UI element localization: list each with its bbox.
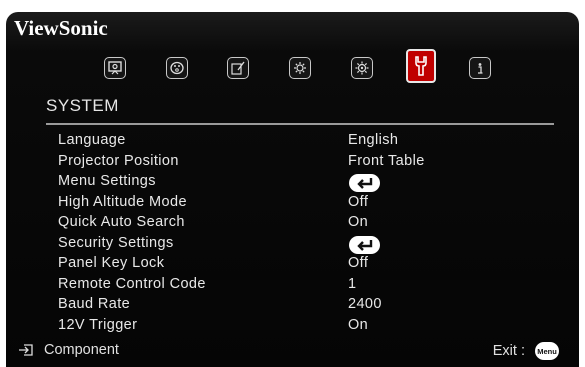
menu-item-label: Security Settings bbox=[58, 234, 174, 251]
display-icon bbox=[108, 61, 122, 75]
menu-item-label: 12V Trigger bbox=[58, 316, 138, 333]
menu-item-value: Front Table bbox=[348, 152, 425, 169]
menu-item-label: Projector Position bbox=[58, 152, 179, 169]
tab-bar bbox=[6, 49, 579, 93]
menu-item-label: Menu Settings bbox=[58, 173, 156, 189]
source-indicator: Component bbox=[18, 342, 119, 358]
section-title: SYSTEM bbox=[46, 96, 119, 115]
exit-label: Exit : bbox=[492, 343, 525, 359]
tab-source[interactable] bbox=[227, 57, 249, 79]
menu-button[interactable]: Menu bbox=[535, 342, 559, 360]
source-label: Component bbox=[44, 342, 119, 358]
tab-basic[interactable] bbox=[289, 57, 311, 79]
menu-item-security-settings[interactable]: Security Settings bbox=[58, 235, 558, 255]
wrench-icon bbox=[415, 56, 427, 76]
menu-item-language[interactable]: Language English bbox=[58, 132, 558, 152]
menu-item-value: On bbox=[348, 214, 369, 230]
menu-item-value: Off bbox=[348, 255, 369, 271]
divider bbox=[46, 123, 554, 125]
tab-display[interactable] bbox=[104, 57, 126, 79]
menu-item-value: English bbox=[348, 132, 399, 148]
tab-color[interactable] bbox=[166, 57, 188, 79]
enter-icon bbox=[349, 174, 380, 192]
menu-item-label: Baud Rate bbox=[58, 296, 131, 312]
tab-advanced[interactable] bbox=[351, 57, 373, 79]
menu-item-label: Panel Key Lock bbox=[58, 255, 165, 271]
info-icon bbox=[478, 63, 483, 74]
enter-icon bbox=[349, 235, 380, 254]
menu-item-value: Off bbox=[348, 193, 369, 210]
source-icon bbox=[231, 61, 245, 75]
menu-item-remote-control-code[interactable]: Remote Control Code 1 bbox=[58, 276, 558, 296]
menu-item-value: 1 bbox=[348, 275, 357, 292]
menu-item-12v-trigger[interactable]: 12V Trigger On bbox=[58, 317, 558, 337]
tab-system[interactable] bbox=[406, 49, 436, 83]
menu-item-label: Quick Auto Search bbox=[58, 214, 185, 230]
menu-item-value: On bbox=[348, 316, 369, 333]
menu-item-label: Remote Control Code bbox=[58, 275, 206, 292]
tab-info[interactable] bbox=[469, 57, 491, 79]
brand-logo: ViewSonic bbox=[14, 16, 108, 40]
settings-advanced-icon bbox=[355, 61, 369, 75]
osd-menu: ViewSonic SYSTEM Language English Projec… bbox=[6, 12, 579, 367]
settings-basic-icon bbox=[294, 62, 306, 74]
exit-hint: Exit : Menu bbox=[493, 342, 559, 360]
menu-item-value: 2400 bbox=[348, 296, 382, 312]
menu-item-quick-auto-search[interactable]: Quick Auto Search On bbox=[58, 214, 558, 234]
menu-item-projector-position[interactable]: Projector Position Front Table bbox=[58, 153, 558, 173]
menu-item-baud-rate[interactable]: Baud Rate 2400 bbox=[58, 296, 558, 316]
menu-item-label: Language bbox=[58, 132, 126, 148]
menu-item-label: High Altitude Mode bbox=[58, 193, 187, 210]
menu-item-high-altitude-mode[interactable]: High Altitude Mode Off bbox=[58, 194, 558, 214]
menu-item-menu-settings[interactable]: Menu Settings bbox=[58, 173, 558, 193]
input-source-icon bbox=[19, 344, 33, 356]
palette-icon bbox=[170, 61, 184, 75]
menu-item-panel-key-lock[interactable]: Panel Key Lock Off bbox=[58, 255, 558, 275]
